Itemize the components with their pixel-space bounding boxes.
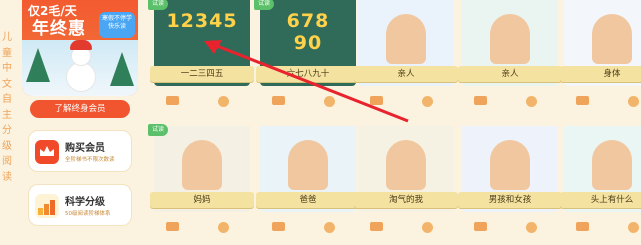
- book-actions: [272, 96, 342, 108]
- promo-scene: [22, 40, 138, 96]
- vertical-char: 读: [2, 171, 12, 183]
- level-steps-icon: [35, 194, 59, 218]
- listen-icon[interactable]: [218, 222, 229, 233]
- vertical-char: 阅: [2, 156, 12, 167]
- listen-icon[interactable]: [628, 96, 639, 107]
- book-title: 身体: [560, 66, 641, 82]
- vertical-char: 文: [2, 78, 12, 90]
- vertical-char: 儿: [2, 32, 12, 43]
- cover-text: 12345: [166, 10, 238, 32]
- listen-icon[interactable]: [422, 96, 433, 107]
- book-card[interactable]: 678 90 六七八九十 试读: [254, 0, 360, 107]
- read-icon[interactable]: [272, 96, 285, 105]
- listen-icon[interactable]: [422, 222, 433, 233]
- listen-icon[interactable]: [526, 222, 537, 233]
- book-card[interactable]: 男孩和女孩: [458, 126, 562, 233]
- vertical-char: 主: [2, 109, 12, 121]
- book-actions: [166, 96, 236, 108]
- book-actions: [474, 222, 544, 234]
- book-card[interactable]: 妈妈 试读: [148, 124, 254, 233]
- read-icon[interactable]: [370, 96, 383, 105]
- book-card[interactable]: 亲人: [458, 0, 562, 107]
- book-card[interactable]: 头上有什么: [560, 126, 641, 233]
- illustration: [490, 140, 530, 190]
- vertical-char: 分: [2, 125, 12, 136]
- book-title: 爸爸: [256, 192, 360, 208]
- card-title: 购买会员: [65, 143, 105, 154]
- snowman-icon: [66, 62, 96, 92]
- vertical-title: 儿 童 中 文 自 主 分 级 阅 读: [0, 30, 14, 185]
- book-actions: [474, 96, 544, 108]
- illustration: [386, 140, 426, 190]
- vertical-char: 自: [2, 94, 12, 105]
- illustration: [592, 140, 632, 190]
- book-title: 亲人: [458, 66, 562, 82]
- vertical-char: 中: [2, 63, 12, 74]
- read-icon[interactable]: [166, 222, 179, 231]
- book-title: 妈妈: [150, 192, 254, 208]
- card-subtitle: 全阶梯书不限次数读: [65, 157, 115, 163]
- vertical-char: 级: [2, 140, 12, 152]
- read-icon[interactable]: [166, 96, 179, 105]
- buy-membership-card[interactable]: 购买会员 全阶梯书不限次数读: [28, 130, 132, 172]
- card-subtitle: 50级阅读阶梯体系: [65, 211, 111, 217]
- read-icon[interactable]: [576, 222, 589, 231]
- book-card[interactable]: 亲人: [354, 0, 458, 107]
- book-card[interactable]: 爸爸: [256, 126, 360, 233]
- listen-icon[interactable]: [218, 96, 229, 107]
- read-icon[interactable]: [272, 222, 285, 231]
- book-actions: [576, 96, 641, 108]
- science-level-card[interactable]: 科学分级 50级阅读阶梯体系: [28, 184, 132, 226]
- trial-tag: 试读: [148, 124, 168, 136]
- book-card[interactable]: 淘气的我: [354, 126, 458, 233]
- illustration: [288, 140, 328, 190]
- book-actions: [272, 222, 342, 234]
- trial-tag: 试读: [254, 0, 274, 10]
- read-icon[interactable]: [370, 222, 383, 231]
- sidebar: 仅2毛/天 年终惠 寒假不停学 快乐读 了解终身会员 购买会员 全阶梯书不限次数…: [22, 0, 138, 245]
- promo-banner[interactable]: 仅2毛/天 年终惠 寒假不停学 快乐读: [22, 0, 138, 96]
- listen-icon[interactable]: [324, 222, 335, 233]
- book-actions: [166, 222, 236, 234]
- card-title: 科学分级: [65, 197, 105, 208]
- book-title: 男孩和女孩: [458, 192, 562, 208]
- illustration: [386, 14, 426, 64]
- illustration: [490, 14, 530, 64]
- santa-hat-icon: [70, 40, 92, 50]
- trial-tag: 试读: [148, 0, 168, 10]
- illustration: [182, 140, 222, 190]
- read-icon[interactable]: [474, 222, 487, 231]
- crown-icon: [35, 140, 59, 164]
- listen-icon[interactable]: [526, 96, 537, 107]
- book-title: 头上有什么: [560, 192, 641, 208]
- cover-text: 678 90: [286, 10, 330, 54]
- book-title: 淘气的我: [354, 192, 458, 208]
- book-title: 六七八九十: [256, 66, 360, 82]
- listen-icon[interactable]: [628, 222, 639, 233]
- vertical-char: 童: [2, 47, 12, 59]
- promo-headline: 年终惠: [32, 19, 86, 39]
- book-card[interactable]: 身体: [560, 0, 641, 107]
- illustration: [592, 14, 632, 64]
- membership-button[interactable]: 了解终身会员: [30, 100, 130, 118]
- promo-badge: 寒假不停学 快乐读: [99, 12, 135, 38]
- book-title: 一二三四五: [150, 66, 254, 82]
- tree-icon: [110, 52, 134, 86]
- book-actions: [576, 222, 641, 234]
- book-title: 亲人: [354, 66, 458, 82]
- read-icon[interactable]: [474, 96, 487, 105]
- book-actions: [370, 96, 440, 108]
- book-card[interactable]: 12345 一二三四五 试读: [148, 0, 254, 107]
- read-icon[interactable]: [576, 96, 589, 105]
- tree-icon: [26, 48, 50, 82]
- listen-icon[interactable]: [324, 96, 335, 107]
- book-actions: [370, 222, 440, 234]
